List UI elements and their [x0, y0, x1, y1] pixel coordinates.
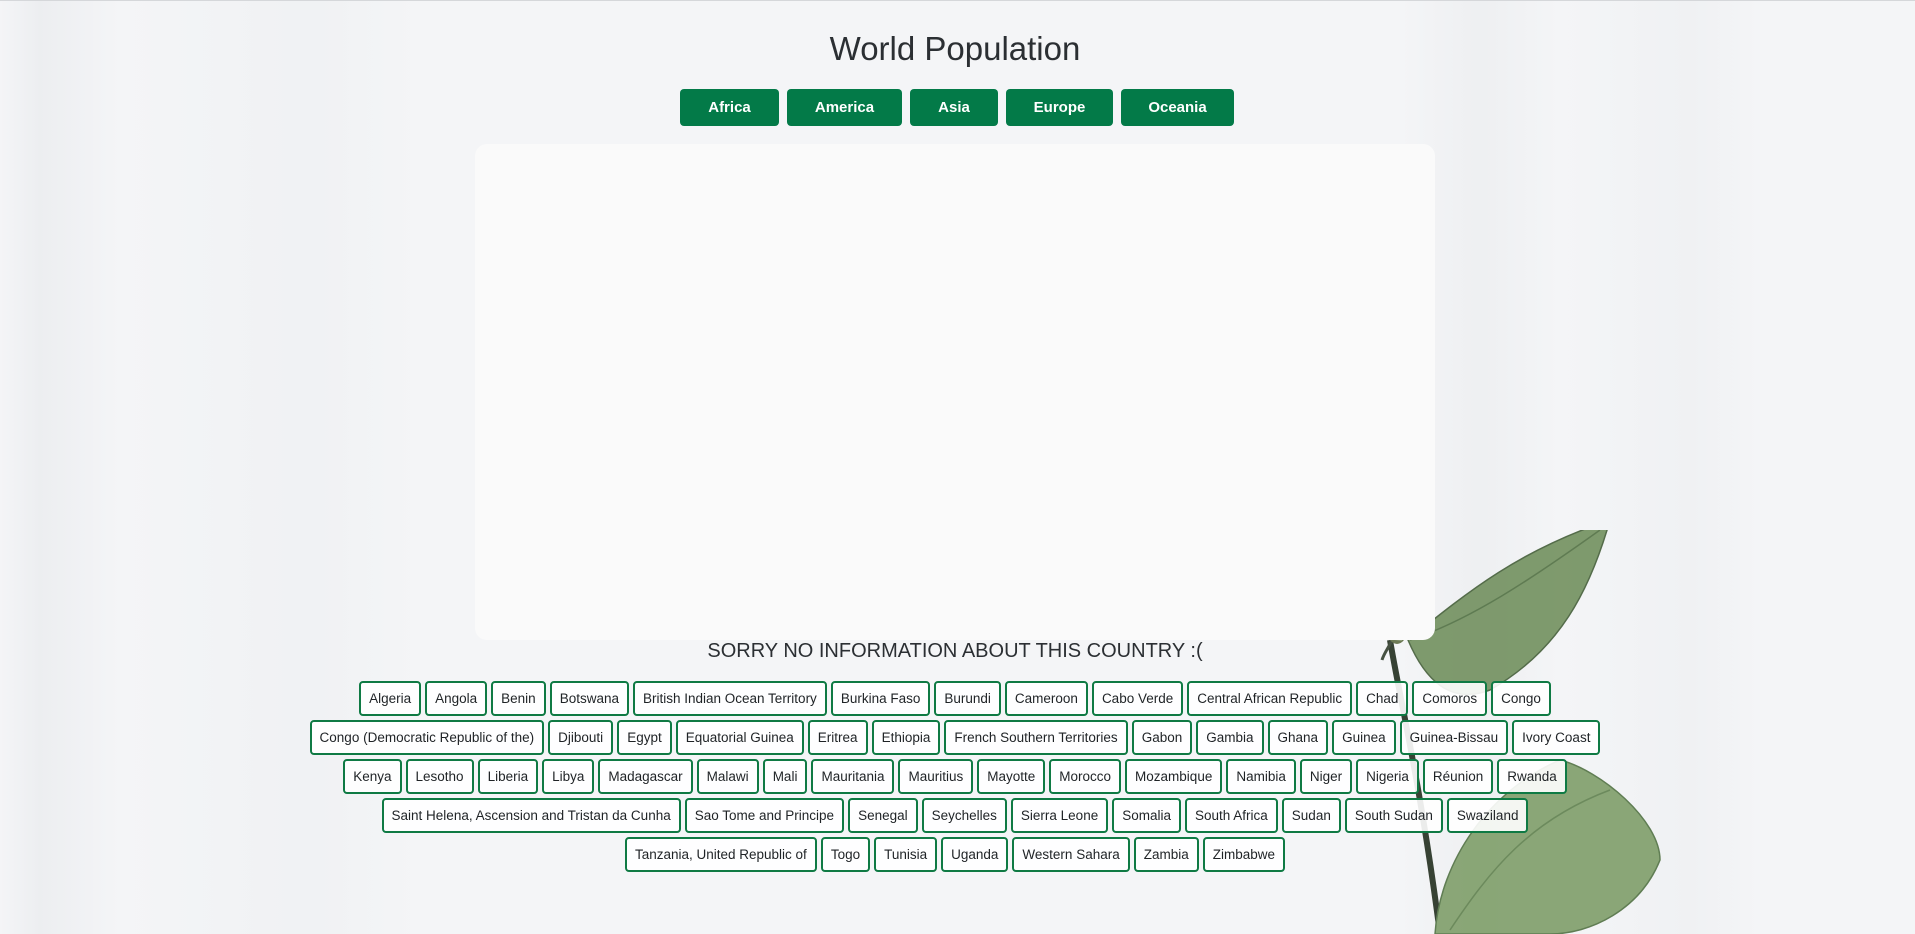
country-button[interactable]: Comoros [1412, 681, 1488, 716]
country-button[interactable]: Nigeria [1356, 759, 1419, 794]
country-button[interactable]: Zimbabwe [1202, 837, 1286, 872]
country-button[interactable]: Mozambique [1125, 759, 1223, 794]
country-button[interactable]: Seychelles [921, 798, 1007, 833]
country-button[interactable]: Gabon [1131, 720, 1193, 755]
region-tabs: Africa America Asia Europe Oceania [680, 89, 1234, 126]
region-button-europe[interactable]: Europe [1006, 89, 1113, 126]
country-button[interactable]: Tunisia [874, 837, 938, 872]
country-button[interactable]: Namibia [1226, 759, 1296, 794]
country-button[interactable]: Burundi [934, 681, 1001, 716]
country-button[interactable]: Central African Republic [1187, 681, 1353, 716]
country-button[interactable]: Madagascar [598, 759, 693, 794]
country-button[interactable]: Somalia [1112, 798, 1181, 833]
country-button[interactable]: Guinea-Bissau [1399, 720, 1509, 755]
top-divider [0, 0, 1915, 1]
country-button[interactable]: Liberia [477, 759, 539, 794]
country-button[interactable]: Rwanda [1497, 759, 1567, 794]
country-button[interactable]: Cameroon [1004, 681, 1088, 716]
no-information-message: SORRY NO INFORMATION ABOUT THIS COUNTRY … [707, 640, 1203, 662]
country-button[interactable]: Gambia [1196, 720, 1264, 755]
country-button[interactable]: Benin [491, 681, 546, 716]
region-button-oceania[interactable]: Oceania [1121, 89, 1234, 126]
population-chart-panel [475, 144, 1435, 640]
country-button[interactable]: Chad [1356, 681, 1409, 716]
country-button[interactable]: Mayotte [977, 759, 1046, 794]
country-button[interactable]: Morocco [1049, 759, 1122, 794]
country-button[interactable]: Réunion [1422, 759, 1494, 794]
region-button-asia[interactable]: Asia [910, 89, 998, 126]
country-button[interactable]: Cabo Verde [1091, 681, 1184, 716]
country-button[interactable]: Saint Helena, Ascension and Tristan da C… [381, 798, 681, 833]
country-button[interactable]: Niger [1299, 759, 1353, 794]
country-button[interactable]: Malawi [696, 759, 759, 794]
country-button[interactable]: Congo (Democratic Republic of the) [309, 720, 545, 755]
page-title: World Population [829, 30, 1081, 67]
country-button[interactable]: British Indian Ocean Territory [632, 681, 827, 716]
country-button[interactable]: Mauritania [811, 759, 895, 794]
country-button[interactable]: Mali [762, 759, 808, 794]
country-button-list: Algeria Angola Benin Botswana British Indian… [300, 681, 1610, 872]
country-button[interactable]: Angola [425, 681, 488, 716]
country-button[interactable]: Ivory Coast [1512, 720, 1601, 755]
country-button[interactable]: Sierra Leone [1010, 798, 1109, 833]
country-button[interactable]: Libya [542, 759, 595, 794]
country-button[interactable]: Lesotho [405, 759, 474, 794]
country-button[interactable]: Swaziland [1446, 798, 1529, 833]
country-button[interactable]: Togo [820, 837, 871, 872]
country-button[interactable]: Guinea [1332, 720, 1396, 755]
country-button[interactable]: Mauritius [898, 759, 974, 794]
country-button[interactable]: Sudan [1281, 798, 1341, 833]
country-button[interactable]: Kenya [343, 759, 402, 794]
country-button[interactable]: Congo [1491, 681, 1551, 716]
country-button[interactable]: Burkina Faso [830, 681, 931, 716]
country-button[interactable]: Senegal [848, 798, 918, 833]
country-button[interactable]: Zambia [1133, 837, 1199, 872]
country-button[interactable]: Ghana [1267, 720, 1329, 755]
country-button[interactable]: South Africa [1185, 798, 1278, 833]
country-button[interactable]: Botswana [549, 681, 629, 716]
country-button[interactable]: South Sudan [1344, 798, 1443, 833]
country-button[interactable]: Equatorial Guinea [675, 720, 804, 755]
country-button[interactable]: Egypt [617, 720, 672, 755]
country-button[interactable]: Algeria [359, 681, 422, 716]
region-button-america[interactable]: America [787, 89, 902, 126]
country-button[interactable]: Eritrea [807, 720, 868, 755]
country-button[interactable]: Djibouti [548, 720, 614, 755]
country-button[interactable]: Uganda [941, 837, 1009, 872]
country-button[interactable]: Western Sahara [1012, 837, 1130, 872]
country-button[interactable]: French Southern Territories [944, 720, 1128, 755]
region-button-africa[interactable]: Africa [680, 89, 779, 126]
country-button[interactable]: Sao Tome and Principe [684, 798, 845, 833]
country-button[interactable]: Tanzania, United Republic of [624, 837, 817, 872]
country-button[interactable]: Ethiopia [871, 720, 941, 755]
